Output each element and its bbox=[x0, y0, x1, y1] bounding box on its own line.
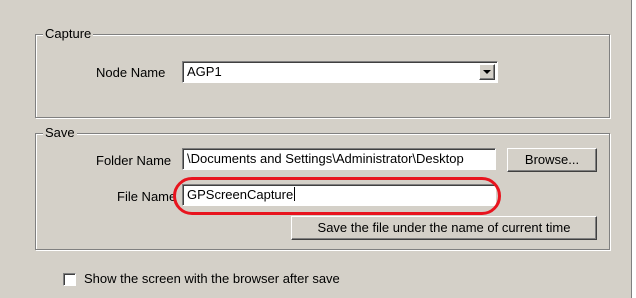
node-name-label: Node Name bbox=[96, 65, 166, 80]
show-browser-checkbox[interactable] bbox=[63, 273, 76, 286]
show-browser-checkbox-label[interactable]: Show the screen with the browser after s… bbox=[84, 271, 340, 287]
chevron-down-icon bbox=[483, 70, 491, 74]
file-name-label: File Name bbox=[117, 189, 177, 204]
node-name-dropdown[interactable]: AGP1 bbox=[182, 61, 498, 83]
folder-name-value: \Documents and Settings\Administrator\De… bbox=[187, 151, 464, 166]
save-group-legend: Save bbox=[43, 125, 77, 141]
file-name-text: GPScreenCapture bbox=[187, 187, 294, 202]
save-under-current-time-button[interactable]: Save the file under the name of current … bbox=[291, 216, 597, 240]
node-name-dropdown-button[interactable] bbox=[479, 64, 495, 80]
capture-settings-dialog: Capture Node Name AGP1 Save Folder Name … bbox=[0, 0, 636, 298]
browse-button[interactable]: Browse... bbox=[507, 148, 597, 172]
node-name-value: AGP1 bbox=[187, 64, 222, 79]
save-under-current-time-label: Save the file under the name of current … bbox=[317, 220, 571, 235]
folder-name-label: Folder Name bbox=[96, 153, 172, 168]
window-edge-highlight bbox=[632, 0, 636, 298]
file-name-input[interactable]: GPScreenCapture bbox=[182, 184, 496, 206]
file-name-value: GPScreenCapture bbox=[187, 187, 296, 203]
browse-button-label: Browse... bbox=[524, 152, 580, 167]
text-caret bbox=[294, 187, 296, 201]
folder-name-input[interactable]: \Documents and Settings\Administrator\De… bbox=[182, 148, 496, 170]
capture-group-legend: Capture bbox=[43, 26, 94, 42]
